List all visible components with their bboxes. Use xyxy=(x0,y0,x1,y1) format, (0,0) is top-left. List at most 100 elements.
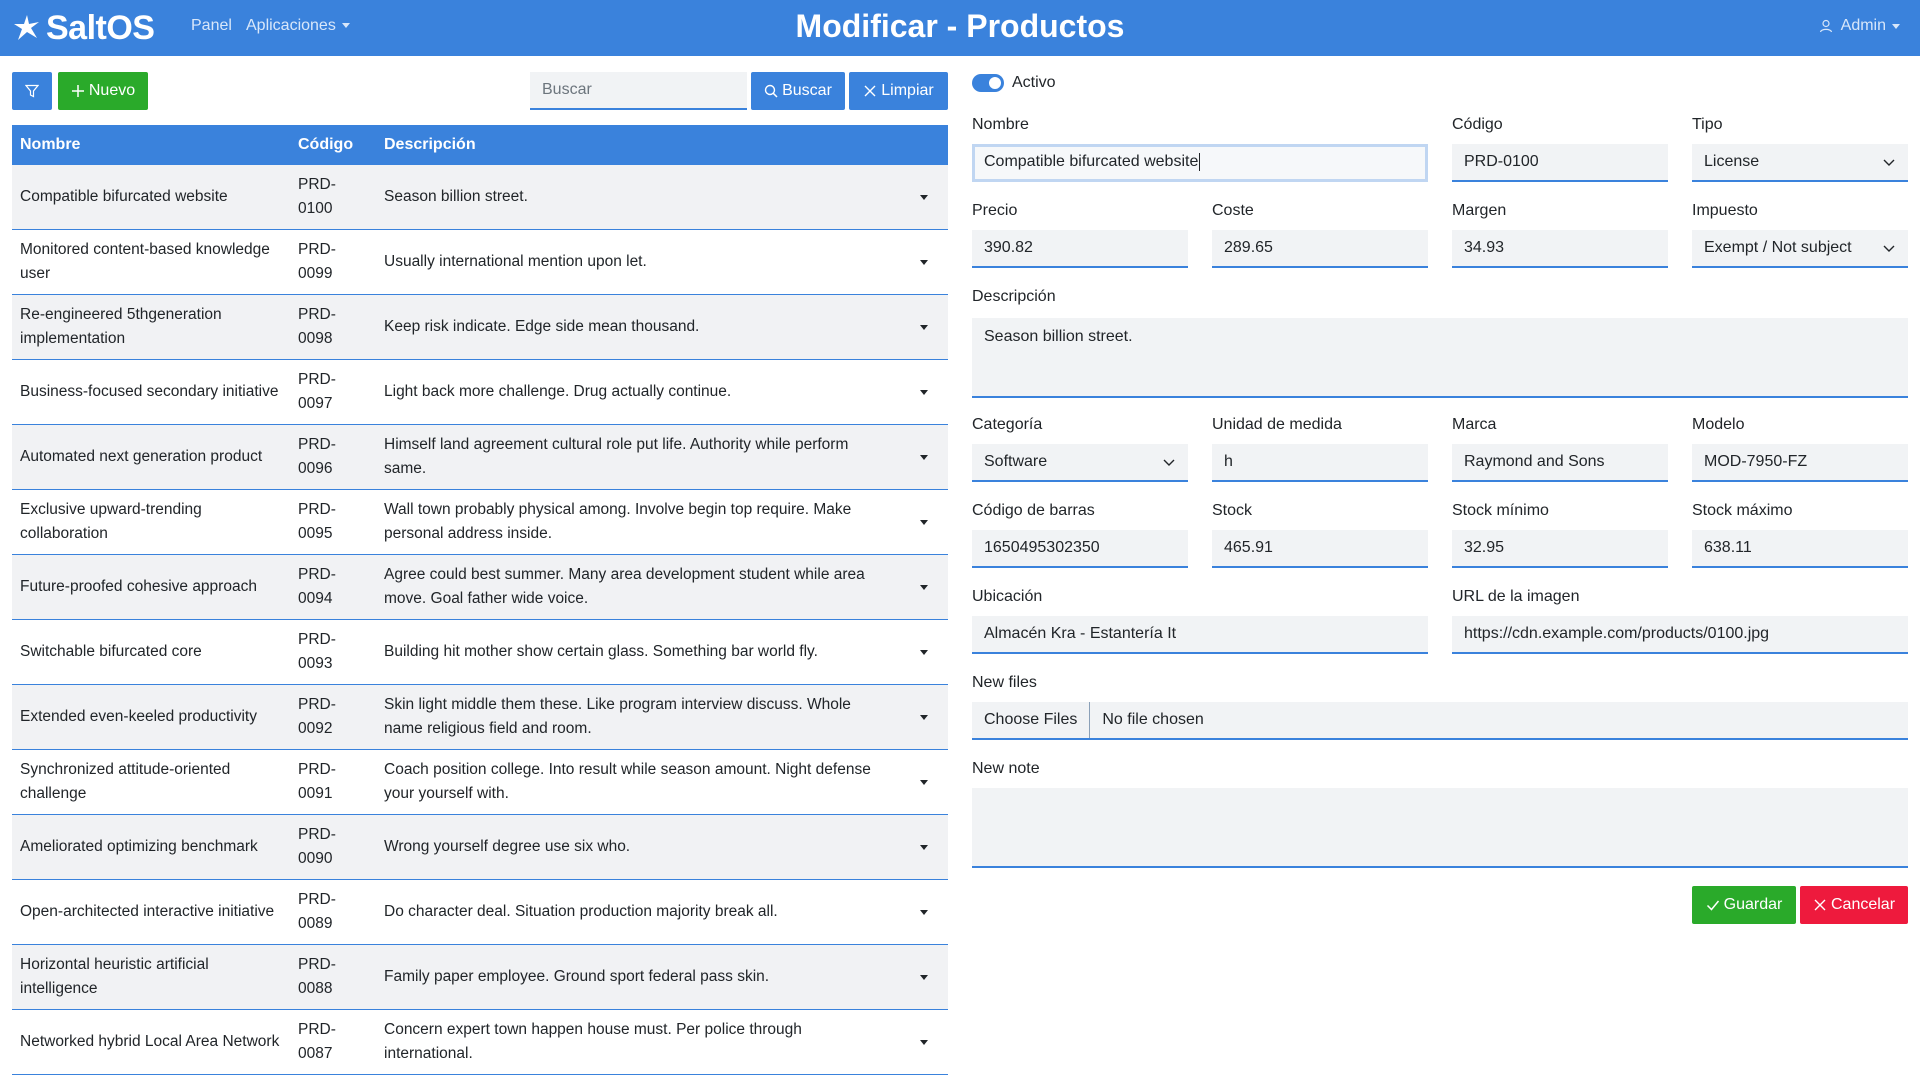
caret-down-icon xyxy=(920,649,928,655)
chevron-down-icon xyxy=(1883,245,1895,252)
code-field[interactable]: PRD-0100 xyxy=(1452,144,1668,182)
cost-field[interactable]: 289.65 xyxy=(1212,230,1428,268)
user-menu[interactable]: Admin xyxy=(1819,17,1900,35)
table-header: Nombre Código Descripción xyxy=(12,125,948,165)
cell-description: Agree could best summer. Many area devel… xyxy=(384,566,865,607)
cell-name: Re-engineered 5thgeneration implementati… xyxy=(20,306,222,347)
table-row[interactable]: Re-engineered 5thgeneration implementati… xyxy=(12,295,948,360)
row-actions-dropdown[interactable] xyxy=(900,194,948,200)
row-actions-dropdown[interactable] xyxy=(900,779,948,785)
name-field[interactable]: Compatible bifurcated website xyxy=(972,144,1428,182)
row-actions-dropdown[interactable] xyxy=(900,649,948,655)
table-row[interactable]: Horizontal heuristic artificial intellig… xyxy=(12,945,948,1010)
model-field[interactable]: MOD-7950-FZ xyxy=(1692,444,1908,482)
type-select[interactable]: License xyxy=(1692,144,1908,182)
header-description[interactable]: Descripción xyxy=(376,136,900,154)
choose-files-button[interactable]: Choose Files xyxy=(972,702,1091,738)
cell-code: PRD- 0099 xyxy=(290,238,376,286)
table-row[interactable]: Switchable bifurcated core PRD- 0093 Buildi… xyxy=(12,620,948,685)
cell-description: Season billion street. xyxy=(384,188,528,205)
description-textarea[interactable]: Season billion street. xyxy=(972,318,1908,398)
barcode-label: Código de barras xyxy=(972,502,1095,519)
brand-logo[interactable]: SaltOS xyxy=(12,8,155,48)
price-field[interactable]: 390.82 xyxy=(972,230,1188,268)
row-actions-dropdown[interactable] xyxy=(900,454,948,460)
cell-code-text: PRD- 0090 xyxy=(298,826,336,867)
stock-field[interactable]: 465.91 xyxy=(1212,530,1428,568)
row-actions-dropdown[interactable] xyxy=(900,324,948,330)
cell-name: Switchable bifurcated core xyxy=(20,643,202,660)
cancel-button-label: Cancelar xyxy=(1830,896,1896,913)
row-actions-dropdown[interactable] xyxy=(900,909,948,915)
search-button[interactable]: Buscar xyxy=(751,72,845,110)
brand-field[interactable]: Raymond and Sons xyxy=(1452,444,1668,482)
table-row[interactable]: Automated next generation product PRD- 009… xyxy=(12,425,948,490)
filter-button[interactable] xyxy=(12,72,52,110)
active-toggle[interactable] xyxy=(972,74,1004,92)
row-actions-dropdown[interactable] xyxy=(900,714,948,720)
stock-min-field[interactable]: 32.95 xyxy=(1452,530,1668,568)
image-url-field[interactable]: https://cdn.example.com/products/0100.jp… xyxy=(1452,616,1908,654)
caret-down-icon xyxy=(920,259,928,265)
row-actions-dropdown[interactable] xyxy=(900,1039,948,1045)
new-note-textarea[interactable] xyxy=(972,788,1908,868)
table-body: Compatible bifurcated website PRD- 0100 Sea… xyxy=(12,165,948,1075)
cancel-button[interactable]: Cancelar xyxy=(1800,886,1908,924)
cell-name: Ameliorated optimizing benchmark xyxy=(20,838,258,855)
row-actions-dropdown[interactable] xyxy=(900,259,948,265)
caret-down-icon xyxy=(920,324,928,330)
barcode-field[interactable]: 1650495302350 xyxy=(972,530,1188,568)
cell-name: Automated next generation product xyxy=(20,448,263,465)
cell-description: Wrong yourself degree use six who. xyxy=(384,838,631,855)
clear-button[interactable]: Limpiar xyxy=(849,72,948,110)
image-url-label: URL de la imagen xyxy=(1452,588,1580,605)
table-row[interactable]: Synchronized attitude-oriented challenge… xyxy=(12,750,948,815)
type-label: Tipo xyxy=(1692,116,1723,133)
table-row[interactable]: Networked hybrid Local Area Network PRD- 0… xyxy=(12,1010,948,1075)
cell-code-text: PRD- 0092 xyxy=(298,696,336,737)
cell-code-text: PRD- 0094 xyxy=(298,566,336,607)
row-actions-dropdown[interactable] xyxy=(900,974,948,980)
price-value: 390.82 xyxy=(984,239,1033,256)
cell-code-text: PRD- 0095 xyxy=(298,501,336,542)
margin-field[interactable]: 34.93 xyxy=(1452,230,1668,268)
barcode-value: 1650495302350 xyxy=(984,539,1100,556)
location-field[interactable]: Almacén Kra - Estantería It xyxy=(972,616,1428,654)
header-name[interactable]: Nombre xyxy=(12,136,290,154)
search-input[interactable] xyxy=(530,72,747,110)
cell-code: PRD- 0089 xyxy=(290,888,376,936)
table-row[interactable]: Open-architected interactive initiative P… xyxy=(12,880,948,945)
location-value: Almacén Kra - Estantería It xyxy=(984,625,1177,642)
save-button[interactable]: Guardar xyxy=(1692,886,1796,924)
header-code[interactable]: Código xyxy=(290,136,376,154)
new-files-label: New files xyxy=(972,674,1037,691)
row-actions-dropdown[interactable] xyxy=(900,519,948,525)
caret-down-icon xyxy=(920,519,928,525)
unit-value: h xyxy=(1224,453,1233,470)
row-actions-dropdown[interactable] xyxy=(900,844,948,850)
new-button-label: Nuevo xyxy=(88,82,136,99)
cell-code: PRD- 0087 xyxy=(290,1018,376,1066)
row-actions-dropdown[interactable] xyxy=(900,584,948,590)
tax-select[interactable]: Exempt / Not subject xyxy=(1692,230,1908,268)
table-row[interactable]: Future-proofed cohesive approach PRD- 0094… xyxy=(12,555,948,620)
table-row[interactable]: Compatible bifurcated website PRD- 0100 Sea… xyxy=(12,165,948,230)
cell-name: Networked hybrid Local Area Network xyxy=(20,1033,280,1050)
cell-name: Synchronized attitude-oriented challenge xyxy=(20,761,231,802)
nav-apps-dropdown[interactable]: Aplicaciones xyxy=(246,17,350,35)
table-row[interactable]: Exclusive upward-trending collaboration P… xyxy=(12,490,948,555)
table-row[interactable]: Ameliorated optimizing benchmark PRD- 0090… xyxy=(12,815,948,880)
nav-panel-link[interactable]: Panel xyxy=(191,17,232,35)
table-row[interactable]: Monitored content-based knowledge user PR… xyxy=(12,230,948,295)
stock-max-field[interactable]: 638.11 xyxy=(1692,530,1908,568)
model-value: MOD-7950-FZ xyxy=(1704,453,1808,470)
unit-field[interactable]: h xyxy=(1212,444,1428,482)
cell-description: Wall town probably physical among. Invol… xyxy=(384,501,852,542)
new-button[interactable]: Nuevo xyxy=(58,72,148,110)
category-select[interactable]: Software xyxy=(972,444,1188,482)
file-input[interactable]: Choose Files No file chosen xyxy=(972,702,1908,740)
table-row[interactable]: Extended even-keeled productivity PRD- 009… xyxy=(12,685,948,750)
row-actions-dropdown[interactable] xyxy=(900,389,948,395)
table-row[interactable]: Business-focused secondary initiative PRD… xyxy=(12,360,948,425)
unit-label: Unidad de medida xyxy=(1212,416,1342,433)
